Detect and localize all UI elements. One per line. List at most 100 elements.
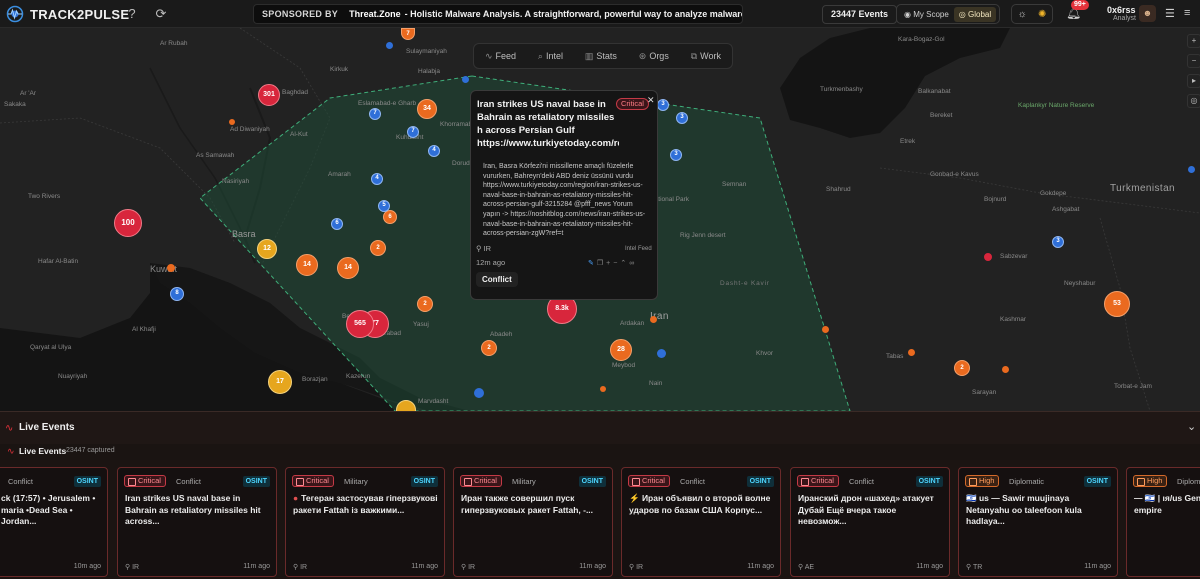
event-card[interactable]: Critical Military OSINT Иран также совер… — [453, 467, 613, 577]
brightness-icon[interactable]: ☼ — [1018, 9, 1027, 20]
place-label: Hafar Al-Batin — [38, 258, 79, 265]
place-label: Shahrud — [826, 186, 851, 193]
map-cluster-marker[interactable]: 53 — [1104, 291, 1130, 317]
event-card[interactable]: High Diplomatic OSINT 🇮🇱 us — Sawir muuj… — [958, 467, 1118, 577]
copy-icon[interactable]: ❐ — [597, 260, 606, 267]
refresh-icon[interactable]: ⟳ — [153, 6, 169, 22]
map-cluster-marker[interactable]: 3 — [676, 112, 688, 124]
map-event-dot[interactable] — [1188, 166, 1195, 173]
nav-intel[interactable]: ⌕ Intel — [538, 51, 563, 62]
map-cluster-marker[interactable]: 2 — [370, 240, 386, 256]
map-cluster-marker[interactable]: 2 — [954, 360, 970, 376]
map-event-dot[interactable] — [822, 326, 829, 333]
map-event-dot[interactable] — [984, 253, 992, 261]
map-event-dot[interactable] — [229, 119, 235, 125]
play-icon[interactable]: ▸ — [1187, 74, 1200, 88]
card-severity: Critical — [124, 475, 166, 487]
map-event-dot[interactable] — [462, 76, 469, 83]
map-view[interactable]: Ar Rubah Sulaymaniyah Halabja Kirkuk Bag… — [0, 28, 1200, 411]
card-location: ⚲ IR — [293, 563, 307, 571]
map-cluster-marker[interactable]: 14 — [296, 254, 318, 276]
event-card[interactable]: High Diplomatic — 🇮🇱 | ıя/us General Ame… — [1126, 467, 1200, 577]
place-label: Ashgabat — [1052, 206, 1080, 213]
map-cluster-marker[interactable]: 6 — [383, 210, 397, 224]
card-category: Conflict — [176, 477, 202, 486]
map-event-dot[interactable] — [657, 349, 666, 358]
map-cluster-marker[interactable]: 100 — [114, 209, 142, 237]
map-cluster-marker[interactable]: 4 — [428, 145, 440, 157]
settings-sliders-icon[interactable]: ☰ — [1165, 7, 1175, 20]
nav-feed[interactable]: ∿ Feed — [485, 51, 516, 62]
sponsor-banner[interactable]: SPONSORED BY Threat.Zone - Holistic Malw… — [253, 4, 743, 24]
events-count-badge[interactable]: 23447 Events — [822, 5, 898, 24]
link-icon[interactable]: ∞ — [629, 260, 637, 267]
map-event-dot[interactable] — [1002, 366, 1009, 373]
event-card[interactable]: Conflict OSINT ck (17:57) • Jerusalem • … — [0, 467, 108, 577]
map-cluster-marker[interactable]: 34 — [417, 99, 437, 119]
card-source: OSINT — [410, 476, 438, 487]
logo-icon[interactable] — [6, 5, 24, 23]
map-cluster-marker[interactable]: 2 — [417, 296, 433, 312]
map-cluster-marker[interactable]: 3 — [1052, 236, 1064, 248]
map-cluster-marker[interactable]: 3 — [657, 99, 669, 111]
locate-icon[interactable]: ◎ — [1187, 94, 1200, 108]
event-card[interactable]: Critical Conflict OSINT Iran strikes US … — [117, 467, 277, 577]
map-event-dot[interactable] — [650, 316, 657, 323]
popup-title[interactable]: Iran strikes US naval base in Bahrain as… — [477, 98, 619, 150]
map-event-dot[interactable] — [386, 42, 393, 49]
map-cluster-marker[interactable]: 17 — [268, 370, 292, 394]
zoom-in-icon[interactable]: + — [1187, 34, 1200, 48]
pulse-icon: ∿ — [484, 50, 493, 61]
menu-icon[interactable]: ≡ — [1184, 7, 1190, 19]
nav-stats[interactable]: ▥ Stats — [585, 51, 617, 62]
card-time: 10m ago — [73, 563, 101, 570]
live-events-header[interactable]: ∿ Live Events ⌄ — [0, 411, 1200, 444]
event-card[interactable]: Critical Conflict OSINT Иранский дрон «ш… — [790, 467, 950, 577]
sun-icon[interactable]: ✺ — [1038, 9, 1046, 20]
close-icon[interactable]: ✕ — [647, 95, 655, 106]
translate-icon[interactable]: ✎ — [588, 260, 597, 267]
global-button[interactable]: ◎ Global — [953, 6, 997, 22]
card-text: — 🇮🇱 | ıя/us General American empire — [1134, 493, 1200, 515]
map-cluster-marker[interactable]: 301 — [258, 84, 280, 106]
chevron-down-icon[interactable]: ⌄ — [1187, 420, 1196, 433]
pin-icon: ⚲ — [966, 564, 973, 571]
map-cluster-marker[interactable]: 6 — [331, 218, 343, 230]
category-tag[interactable]: Conflict — [476, 272, 518, 287]
location-code: IR — [468, 564, 476, 571]
event-card[interactable]: Critical Conflict OSINT ⚡ Иран объявил о… — [621, 467, 781, 577]
map-event-dot[interactable] — [908, 349, 915, 356]
card-time: 11m ago — [747, 563, 774, 570]
app-root: TRACK2PULSE ? ⟳ SPONSORED BY Threat.Zone… — [0, 0, 1200, 579]
map-cluster-marker[interactable]: 3 — [670, 149, 682, 161]
map-cluster-marker[interactable]: 12 — [257, 239, 277, 259]
map-cluster-marker[interactable]: 4 — [371, 173, 383, 185]
place-label: Al Khafji — [132, 326, 156, 333]
place-label: Sarayan — [972, 389, 997, 396]
nav-work[interactable]: ⧉ Work — [691, 51, 721, 62]
map-event-dot[interactable] — [167, 264, 175, 272]
up-icon[interactable]: ⌃ — [620, 260, 629, 267]
nav-orgs[interactable]: ⊛ Orgs — [639, 51, 669, 62]
map-cluster-marker[interactable]: 7 — [369, 108, 381, 120]
place-label: Dasht-e Kavir — [720, 280, 770, 287]
my-scope-button[interactable]: ◉ My Scope — [899, 7, 954, 22]
map-cluster-marker[interactable]: 8 — [170, 287, 184, 301]
avatar[interactable]: ☻ — [1139, 5, 1156, 22]
map-cluster-marker[interactable]: 2 — [481, 340, 497, 356]
map-event-dot[interactable] — [600, 386, 606, 392]
map-cluster-marker[interactable]: 7 — [407, 126, 419, 138]
place-label: Nain — [649, 380, 663, 387]
help-icon[interactable]: ? — [124, 6, 140, 22]
map-cluster-marker[interactable]: 5 — [378, 200, 390, 212]
map-cluster-marker[interactable]: 28 — [610, 339, 632, 361]
search-icon: ⌕ — [537, 50, 543, 61]
place-label: Kara-Bogaz-Gol — [898, 36, 945, 43]
map-cluster-marker[interactable]: 565 — [346, 310, 374, 338]
event-card[interactable]: Critical Military OSINT ● Тегеран застосу… — [285, 467, 445, 577]
place-label: Semnan — [722, 181, 747, 188]
card-source: OSINT — [1083, 476, 1111, 487]
map-cluster-marker[interactable]: 14 — [337, 257, 359, 279]
map-event-dot[interactable] — [474, 388, 484, 398]
zoom-out-icon[interactable]: − — [1187, 54, 1200, 68]
